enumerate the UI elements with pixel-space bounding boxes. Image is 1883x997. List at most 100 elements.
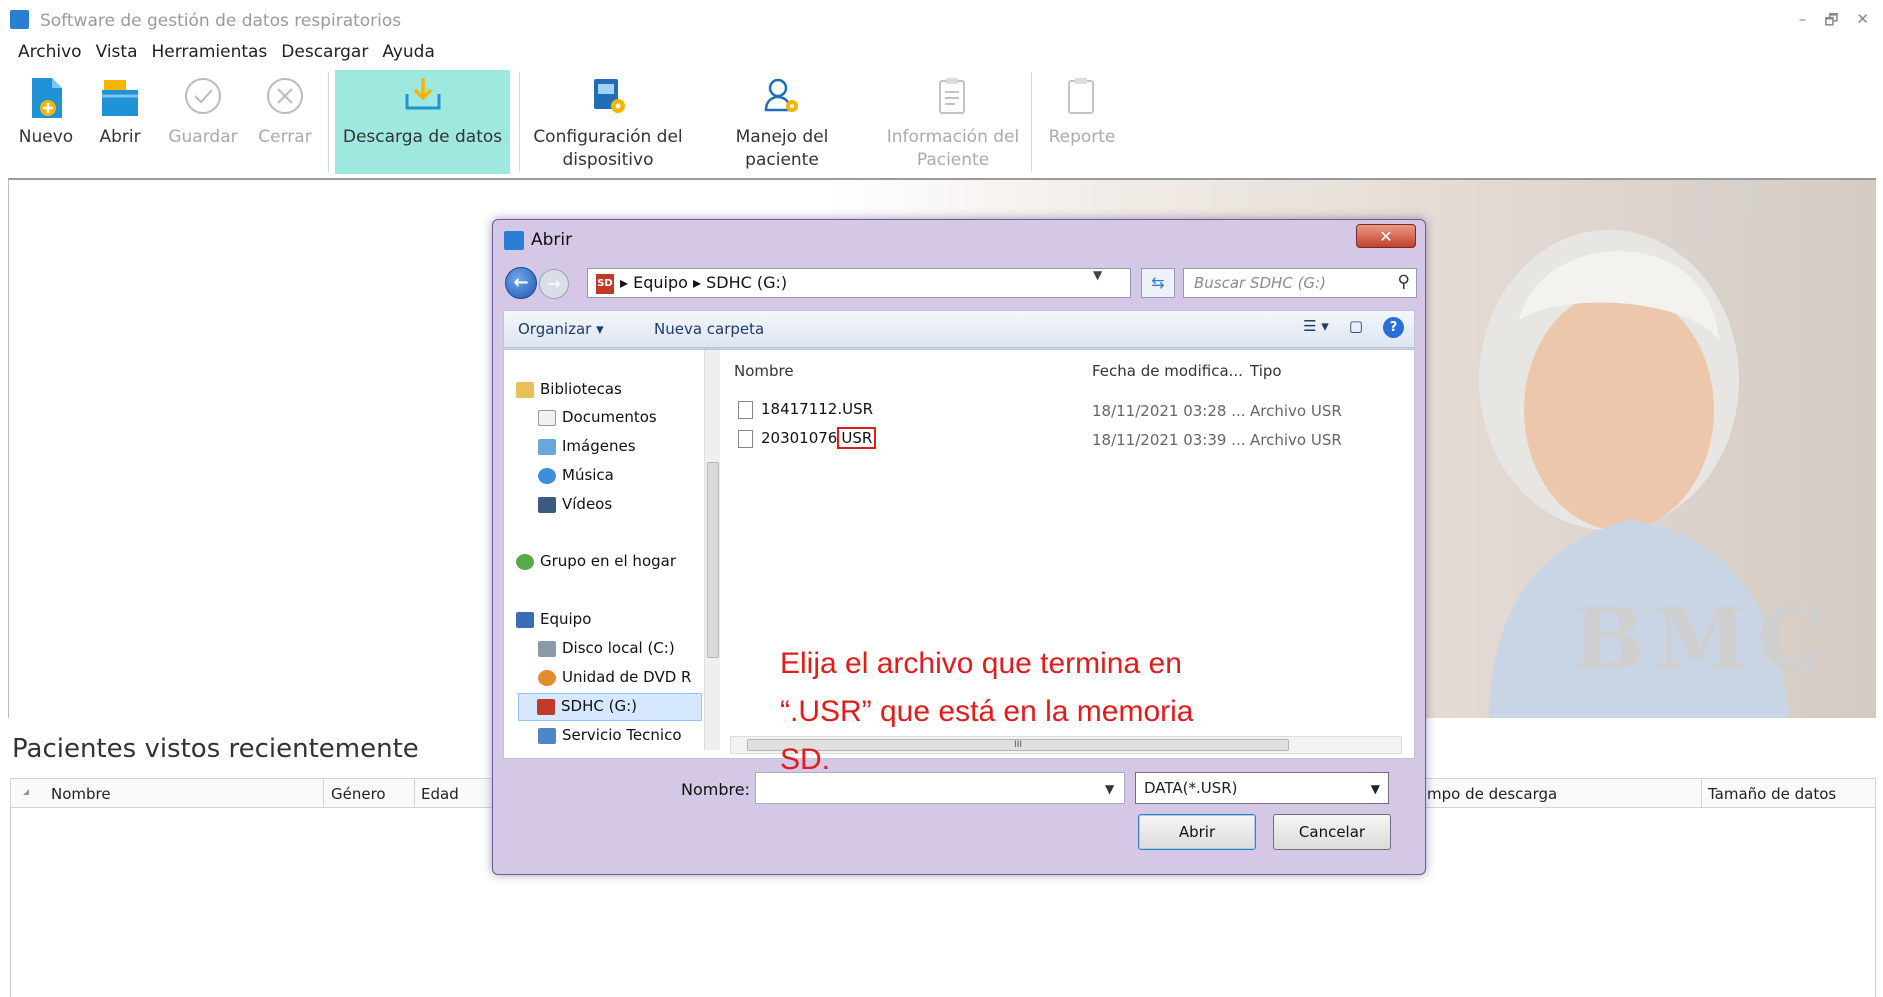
save-button[interactable]: Guardar — [166, 70, 240, 174]
report-button[interactable]: Reporte — [1040, 70, 1124, 174]
filename-input[interactable] — [755, 772, 1125, 804]
search-icon: ⚲ — [1397, 272, 1410, 292]
open-button[interactable]: Abrir — [88, 70, 152, 174]
col-genero[interactable]: Género — [331, 785, 386, 803]
device-config-button[interactable]: Configuración del dispositivo — [528, 70, 688, 174]
patient-management-button[interactable]: Manejo del paciente — [697, 70, 867, 174]
forward-button[interactable]: → — [539, 269, 569, 299]
tree-grupo-hogar[interactable]: Grupo en el hogar — [516, 552, 676, 570]
dialog-title: Abrir — [531, 230, 573, 250]
device-config-label: Configuración del dispositivo — [533, 127, 683, 170]
view-options-button[interactable]: ☰ ▾ — [1303, 317, 1329, 338]
column-divider — [323, 779, 324, 807]
toolbar-separator — [328, 72, 329, 172]
minimize-button[interactable]: – — [1799, 10, 1807, 35]
file-row[interactable]: 18417112.USR 18/11/2021 03:28 ... Archiv… — [738, 400, 1398, 424]
tree-scrollbar-thumb[interactable] — [707, 462, 719, 658]
sd-card-icon — [537, 698, 555, 715]
clipboard-info-icon — [939, 78, 965, 114]
data-download-button[interactable]: Descarga de datos — [335, 70, 510, 174]
filename-dropdown-icon[interactable]: ▼ — [1105, 782, 1114, 796]
navigation-bar: ← → SD ▸ Equipo ▸ SDHC (G:) ▼ ⇆ Buscar SD… — [505, 264, 1417, 300]
patient-management-label: Manejo del paciente — [735, 127, 829, 170]
patient-info-button[interactable]: Información del Paciente — [878, 70, 1028, 174]
check-circle-icon — [185, 78, 221, 114]
menu-herramientas[interactable]: Herramientas — [151, 42, 267, 62]
file-type-filter[interactable]: DATA(*.USR) ▼ — [1135, 772, 1389, 804]
tree-disco-local[interactable]: Disco local (C:) — [538, 639, 675, 657]
tree-dvd[interactable]: Unidad de DVD R — [538, 668, 691, 686]
device-settings-icon — [594, 79, 625, 113]
file-type: Archivo USR — [1250, 402, 1342, 420]
libraries-icon — [516, 381, 534, 398]
filename-label: Nombre: — [681, 780, 750, 799]
app-window: Software de gestión de datos respiratori… — [0, 0, 1883, 997]
file-name: 20301076 USR — [738, 427, 877, 449]
download-icon — [405, 78, 440, 110]
column-divider — [414, 779, 415, 807]
tree-servicio-tecnico[interactable]: Servicio Tecnico — [538, 726, 682, 744]
tree-bibliotecas[interactable]: Bibliotecas — [516, 380, 622, 398]
report-clipboard-icon — [1068, 78, 1094, 114]
back-button[interactable]: ← — [505, 267, 537, 299]
address-path: ▸ Equipo ▸ SDHC (G:) — [620, 273, 788, 292]
title-bar: Software de gestión de datos respiratori… — [0, 0, 1883, 40]
new-folder-button[interactable]: Nueva carpeta — [654, 320, 764, 338]
command-bar: Organizar ▾ Nueva carpeta ☰ ▾ ▢ ? — [503, 310, 1415, 348]
toolbar-separator — [519, 72, 520, 172]
menu-ayuda[interactable]: Ayuda — [382, 42, 435, 62]
open-file-button[interactable]: Abrir — [1138, 814, 1256, 850]
file-name: 18417112.USR — [738, 400, 873, 419]
col-file-name[interactable]: Nombre — [734, 362, 794, 380]
tree-scrollbar[interactable] — [704, 350, 720, 750]
cancel-button[interactable]: Cancelar — [1273, 814, 1391, 850]
file-date: 18/11/2021 03:39 ... — [1092, 431, 1246, 449]
file-type-filter-value: DATA(*.USR) — [1144, 779, 1238, 797]
homegroup-icon — [516, 553, 534, 570]
tree-imagenes[interactable]: Imágenes — [538, 437, 636, 455]
close-circle-icon — [267, 78, 303, 114]
tree-equipo[interactable]: Equipo — [516, 610, 591, 628]
tree-sdhc[interactable]: SDHC (G:) — [518, 693, 702, 721]
refresh-button[interactable]: ⇆ — [1141, 268, 1175, 298]
address-dropdown-icon[interactable]: ▼ — [1093, 268, 1102, 282]
new-button[interactable]: Nuevo — [14, 70, 78, 174]
sd-card-icon: SD — [596, 273, 614, 294]
col-file-date[interactable]: Fecha de modifica... — [1092, 362, 1243, 380]
network-drive-icon — [538, 727, 556, 744]
close-window-button[interactable]: ✕ — [1856, 10, 1869, 35]
file-row[interactable]: 20301076 USR 18/11/2021 03:39 ... Archivo… — [738, 427, 1398, 453]
tree-musica[interactable]: Música — [538, 466, 614, 484]
dialog-app-icon — [504, 231, 524, 250]
help-icon[interactable]: ? — [1383, 317, 1404, 338]
tree-videos[interactable]: Vídeos — [538, 495, 612, 513]
col-data-size[interactable]: Tamaño de datos — [1708, 785, 1836, 803]
sort-corner-icon — [23, 789, 29, 795]
preview-pane-button[interactable]: ▢ — [1349, 317, 1363, 338]
tree-documentos[interactable]: Documentos — [538, 408, 657, 426]
col-edad[interactable]: Edad — [421, 785, 459, 803]
col-download-time[interactable]: mpo de descarga — [1427, 785, 1557, 803]
col-nombre[interactable]: Nombre — [51, 785, 111, 803]
menu-archivo[interactable]: Archivo — [18, 42, 82, 62]
menu-vista[interactable]: Vista — [96, 42, 138, 62]
file-icon — [738, 400, 753, 419]
pictures-icon — [538, 438, 556, 455]
browser-pane: Bibliotecas Documentos Imágenes Música V… — [503, 349, 1415, 776]
search-box[interactable]: Buscar SDHC (G:) ⚲ — [1183, 268, 1417, 298]
close-label: Cerrar — [258, 127, 312, 147]
patient-user-icon — [764, 78, 798, 112]
menu-descargar[interactable]: Descargar — [281, 42, 368, 62]
app-title: Software de gestión de datos respiratori… — [40, 11, 402, 31]
data-download-label: Descarga de datos — [342, 127, 503, 147]
maximize-button[interactable]: 🗗 — [1824, 10, 1838, 35]
organize-button[interactable]: Organizar ▾ — [518, 320, 604, 338]
col-file-type[interactable]: Tipo — [1250, 362, 1282, 380]
dialog-close-button[interactable]: ✕ — [1356, 224, 1416, 248]
filter-dropdown-icon: ▼ — [1370, 782, 1380, 796]
close-button[interactable]: Cerrar — [250, 70, 320, 174]
address-bar[interactable]: SD ▸ Equipo ▸ SDHC (G:) — [587, 268, 1131, 298]
file-icon — [738, 429, 753, 448]
local-disk-icon — [538, 640, 556, 657]
save-label: Guardar — [168, 127, 238, 147]
